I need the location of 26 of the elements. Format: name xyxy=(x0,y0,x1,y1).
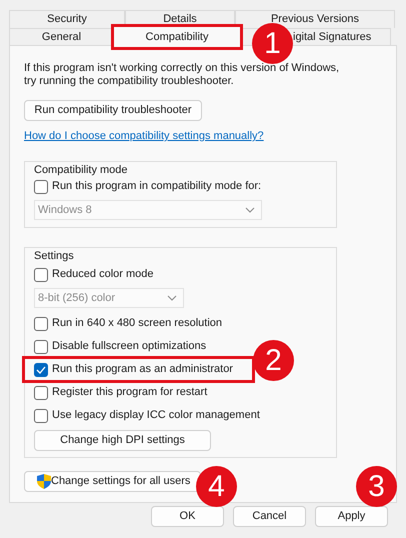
tab[interactable]: General xyxy=(9,28,114,46)
checkbox[interactable]: Run this program as an administrator xyxy=(22,356,255,383)
description-text: try running the compatibility troubleshooter. xyxy=(24,75,234,88)
chevron-icon xyxy=(167,295,177,301)
checkbox[interactable]: Reduced color mode xyxy=(34,263,154,286)
dpi-settings-button[interactable]: Change high DPI settings xyxy=(34,430,211,451)
checkbox[interactable]: Use legacy display ICC color management xyxy=(34,404,260,427)
help-link[interactable]: How do I choose compatibility settings manually? xyxy=(24,130,264,142)
troubleshooter-button[interactable]: Run compatibility troubleshooter xyxy=(24,100,202,121)
shield-icon xyxy=(37,474,51,488)
dialog-button[interactable]: Cancel xyxy=(233,506,306,527)
all-users-button[interactable]: Change settings for all users xyxy=(24,470,201,492)
chevron-icon xyxy=(245,207,255,213)
checkbox[interactable]: Disable fullscreen optimizations xyxy=(34,335,206,358)
tab[interactable]: Security xyxy=(9,10,125,28)
dialog-button[interactable]: Apply xyxy=(315,506,388,527)
checkbox[interactable]: Register this program for restart xyxy=(34,381,208,404)
checkmark-icon xyxy=(36,366,46,374)
group-title: Settings xyxy=(32,248,76,262)
description-text: If this program isn't working correctly on this version of Windows, xyxy=(24,62,340,75)
checkbox[interactable]: Run this program in compatibility mode for: xyxy=(34,175,262,198)
tab[interactable]: Compatibility xyxy=(111,24,243,50)
checkbox[interactable]: Run in 640 x 480 screen resolution xyxy=(34,312,222,335)
group-title: Compatibility mode xyxy=(32,162,130,176)
dialog-button[interactable]: OK xyxy=(151,506,224,527)
tab[interactable]: Previous Versions xyxy=(235,10,395,28)
